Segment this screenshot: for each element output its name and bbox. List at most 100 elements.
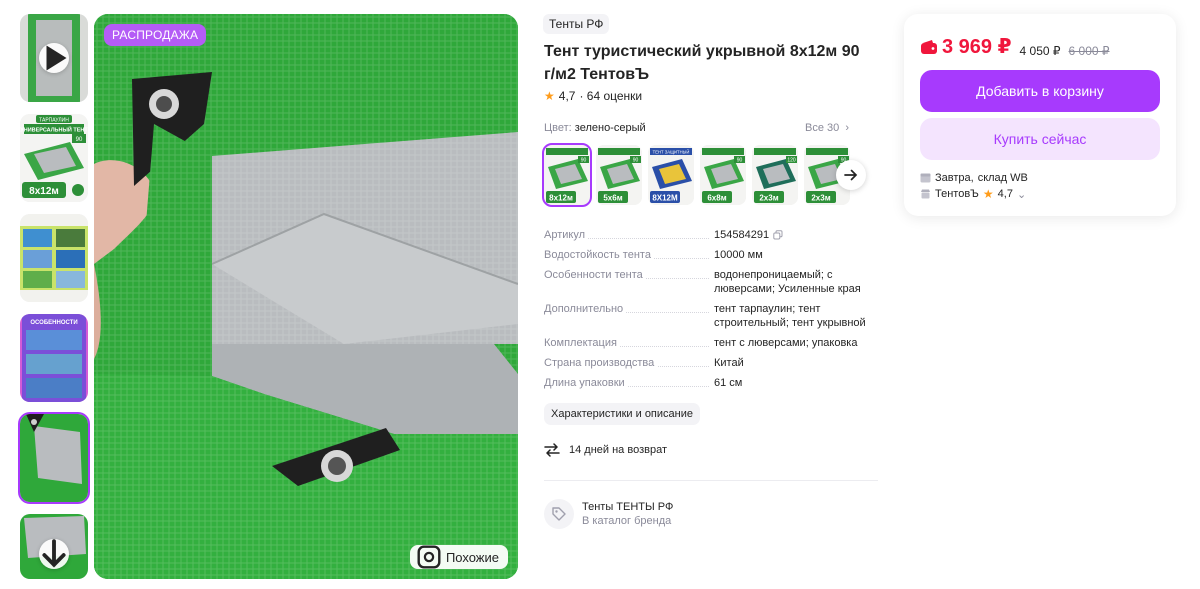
swatch-image: 8X12М ТЕНТ ЗАЩИТНЫЙ xyxy=(648,145,694,205)
arrow-down-icon xyxy=(42,539,66,568)
section-divider xyxy=(544,480,878,481)
spec-name: Водостойкость тента xyxy=(544,248,704,262)
swatch-image: 6x8м 90 xyxy=(700,145,746,205)
scroll-down-button[interactable] xyxy=(39,539,69,569)
swatch-next-button[interactable] xyxy=(836,160,866,190)
spec-name-text: Особенности тента xyxy=(544,269,646,281)
product-title: Тент туристический укрывной 8х12м 90 г/м… xyxy=(544,43,860,83)
spec-name: Комплектация xyxy=(544,336,704,350)
brand-name: Тенты ТЕНТЫ РФ xyxy=(582,501,674,513)
spec-name-text: Водостойкость тента xyxy=(544,249,654,261)
tarp-photo xyxy=(94,14,518,579)
spec-value-text: 154584291 xyxy=(714,229,770,241)
thumb-features-title: ОСОБЕННОСТИ xyxy=(30,320,77,326)
spec-value-text: тент тарпаулин; тент строительный; тент … xyxy=(714,303,866,329)
play-button[interactable] xyxy=(39,43,69,73)
delivery-day: Завтра, xyxy=(935,172,974,184)
chevron-right-icon: › xyxy=(845,122,849,134)
current-price-value: 3 969 ₽ xyxy=(942,36,1012,58)
delivery-place: склад WB xyxy=(977,172,1028,184)
spec-name: Страна производства xyxy=(544,356,704,370)
price-before-wallet: 4 050 ₽ xyxy=(1019,43,1061,58)
thumb-density: 90 xyxy=(76,137,83,143)
swatch-density: 120 xyxy=(787,158,796,164)
color-swatch[interactable]: 8x12м 90 xyxy=(542,143,592,207)
color-swatch[interactable]: 8X12М ТЕНТ ЗАЩИТНЫЙ xyxy=(648,145,694,205)
similar-label: Похожие xyxy=(445,549,499,565)
spec-value: Китай xyxy=(714,356,874,370)
all-colors-link[interactable]: Все 30 › xyxy=(805,122,849,134)
swatch-density: 90 xyxy=(737,158,743,164)
spec-name-text: Страна производства xyxy=(544,357,658,369)
spec-value: тент тарпаулин; тент строительный; тент … xyxy=(714,302,874,330)
color-swatch[interactable]: 2x3м 120 xyxy=(752,145,798,205)
spec-name-text: Дополнительно xyxy=(544,303,627,315)
return-text: 14 дней на возврат xyxy=(569,444,667,456)
play-icon xyxy=(46,45,67,71)
swatch-image: 8x12м 90 xyxy=(544,145,590,205)
chevron-down-icon: ⌄ xyxy=(1016,188,1027,201)
thumb-tarpaulin-label: ТАРПАУЛИН xyxy=(39,118,69,124)
color-swatch[interactable]: 5x6м 90 xyxy=(596,145,642,205)
features-thumbnail-image: ОСОБЕННОСТИ xyxy=(20,314,88,402)
ratings-count: · 64 оценки xyxy=(579,89,643,103)
brand-logo xyxy=(544,499,574,529)
swatch-image: 5x6м 90 xyxy=(596,145,642,205)
spec-name: Особенности тента xyxy=(544,268,704,282)
thumbnail-6[interactable] xyxy=(20,514,88,579)
thumbnail-3[interactable] xyxy=(20,214,88,302)
box-icon xyxy=(920,173,931,183)
buy-now-button[interactable]: Купить сейчас xyxy=(920,118,1160,160)
color-label: Цвет: зелено-серый xyxy=(544,122,646,134)
seller-star-icon: ★ xyxy=(982,187,994,201)
swatch-size: 2x3м xyxy=(811,194,830,203)
brand-catalog-link[interactable]: Тенты ТЕНТЫ РФ В каталог бренда xyxy=(544,499,673,529)
description-button[interactable]: Характеристики и описание xyxy=(544,403,700,425)
arrow-right-icon xyxy=(844,169,858,181)
add-to-cart-button[interactable]: Добавить в корзину xyxy=(920,70,1160,112)
seller-info[interactable]: ТентовЪ ★ 4,7 ⌄ xyxy=(920,187,1026,201)
product-thumbnail-image: ТАРПАУЛИН УНИВЕРСАЛЬНЫЙ ТЕНТ 90 8x12м xyxy=(20,114,88,202)
seller-rating: 4,7 xyxy=(997,188,1013,200)
original-price: 6 000 ₽ xyxy=(1068,43,1110,58)
swatch-image: 2x3м 120 xyxy=(752,145,798,205)
image-search-icon xyxy=(417,545,441,569)
spec-value: 10000 мм xyxy=(714,248,874,262)
spec-name-text: Длина упаковки xyxy=(544,377,628,389)
swatch-density: 90 xyxy=(581,158,587,164)
swatch-density: 90 xyxy=(633,158,639,164)
thumbnail-5-selected[interactable] xyxy=(18,412,90,504)
spec-value-text: водонепроницаемый; с люверсами; Усиленны… xyxy=(714,269,861,295)
spec-value-text: 61 см xyxy=(714,377,743,389)
delivery-info: Завтра, склад WB xyxy=(920,172,1028,184)
sale-badge: РАСПРОДАЖА xyxy=(104,24,207,46)
color-value: зелено-серый xyxy=(574,122,646,134)
star-icon: ★ xyxy=(544,89,555,103)
product-rating[interactable]: ★ 4,7 · 64 оценки xyxy=(544,89,642,103)
swatch-size: 5x6м xyxy=(603,194,622,203)
thumbnail-2[interactable]: ТАРПАУЛИН УНИВЕРСАЛЬНЫЙ ТЕНТ 90 8x12м xyxy=(20,114,88,202)
swatch-size: 2x3м xyxy=(759,194,778,203)
main-product-image[interactable]: РАСПРОДАЖА Похожие xyxy=(94,14,518,579)
selected-thumbnail-image xyxy=(20,414,88,502)
spec-name: Дополнительно xyxy=(544,302,704,316)
swatch-size: 6x8м xyxy=(707,194,726,203)
brand-catalog-text: В каталог бренда xyxy=(582,515,672,527)
similar-button[interactable]: Похожие xyxy=(409,545,508,569)
shop-icon xyxy=(921,189,930,199)
price-row: 3 969 ₽ 4 050 ₽ 6 000 ₽ xyxy=(920,34,1110,59)
spec-name-text: Артикул xyxy=(544,229,589,241)
seller-name: ТентовЪ xyxy=(935,188,979,200)
tag-icon xyxy=(552,507,566,521)
color-label-text: Цвет: xyxy=(544,122,572,134)
copy-icon[interactable] xyxy=(773,230,783,240)
brand-chip[interactable]: Тенты РФ xyxy=(543,14,610,34)
color-swatch[interactable]: 6x8м 90 xyxy=(700,145,746,205)
return-arrows-icon xyxy=(544,443,560,457)
spec-value: водонепроницаемый; с люверсами; Усиленны… xyxy=(714,268,874,296)
swatch-title: ТЕНТ ЗАЩИТНЫЙ xyxy=(653,150,690,155)
price-card: 3 969 ₽ 4 050 ₽ 6 000 ₽ Добавить в корзи… xyxy=(904,14,1176,216)
spec-name: Длина упаковки xyxy=(544,376,704,390)
thumbnail-video[interactable] xyxy=(20,14,88,102)
thumbnail-4[interactable]: ОСОБЕННОСТИ xyxy=(20,314,88,402)
